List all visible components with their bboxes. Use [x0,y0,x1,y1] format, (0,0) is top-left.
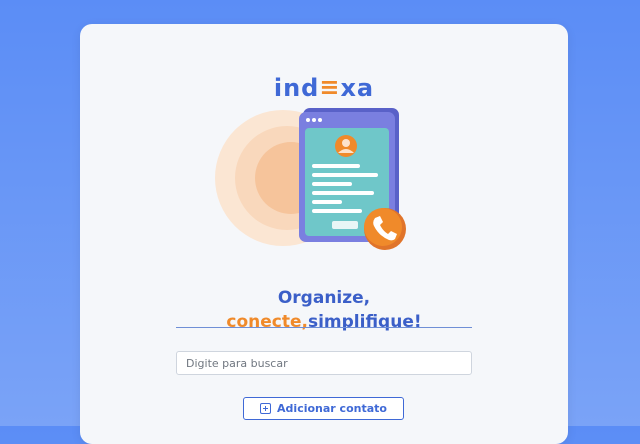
search-input[interactable] [176,351,472,375]
phone-badge [364,208,402,246]
logo-e-mark: ≡ [319,73,341,101]
tagline-highlight: conecte, [226,312,308,332]
logo-text-right: xa [340,74,375,102]
tagline-rest: simplifique! [307,312,422,332]
add-contact-button[interactable]: Adicionar contato [243,397,404,420]
logo-text-left: ind [273,74,320,102]
plus-square-icon [260,403,272,414]
tagline-line-2: conecte,simplifique! [80,310,568,334]
add-contact-label: Adicionar contato [277,402,387,415]
divider [176,327,472,328]
main-card: ind≡xa Organize, conecte,simplifique! Ad… [80,24,568,444]
contact-phone-illustration [215,108,406,250]
indexa-logo: ind≡xa [80,73,568,102]
tagline-line-1: Organize, [277,288,371,308]
